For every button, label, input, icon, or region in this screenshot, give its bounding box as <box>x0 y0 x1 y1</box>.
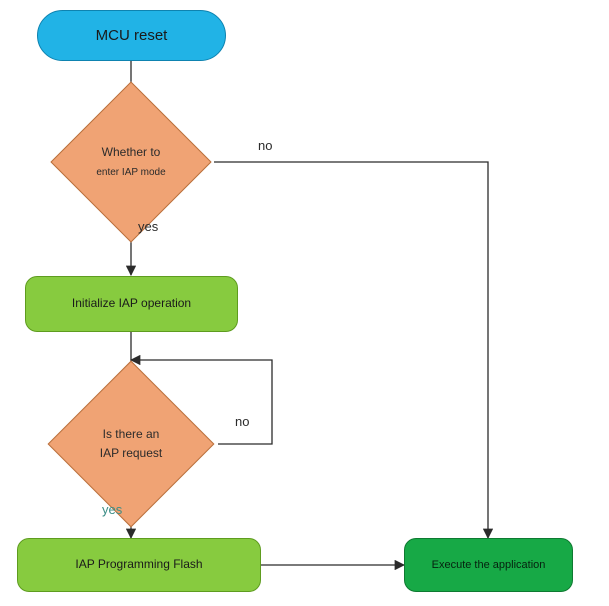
decision-iap-request-line1: Is there an <box>103 427 160 441</box>
edge-label-d2-no: no <box>235 414 249 429</box>
edge-label-d1-no: no <box>258 138 272 153</box>
decision-enter-iap-line2: enter IAP mode <box>96 167 165 178</box>
decision-iap-request: Is there an IAP request <box>72 385 190 503</box>
process-execute-app: Execute the application <box>404 538 573 592</box>
terminator-start: MCU reset <box>37 10 226 61</box>
decision-enter-iap-label: Whether to enter IAP mode <box>61 143 201 181</box>
edge-label-d1-yes: yes <box>138 219 158 234</box>
process-program-flash: IAP Programming Flash <box>17 538 261 592</box>
process-program-flash-label: IAP Programming Flash <box>75 557 202 573</box>
decision-iap-request-line2: IAP request <box>100 446 162 460</box>
process-init-iap: Initialize IAP operation <box>25 276 238 332</box>
decision-enter-iap-line1: Whether to <box>102 145 161 159</box>
decision-enter-iap: Whether to enter IAP mode <box>74 105 188 219</box>
decision-iap-request-label: Is there an IAP request <box>61 425 201 463</box>
terminator-start-label: MCU reset <box>96 26 168 46</box>
edge-label-d2-yes: yes <box>102 502 122 517</box>
process-init-iap-label: Initialize IAP operation <box>72 296 191 312</box>
process-execute-app-label: Execute the application <box>432 558 546 572</box>
